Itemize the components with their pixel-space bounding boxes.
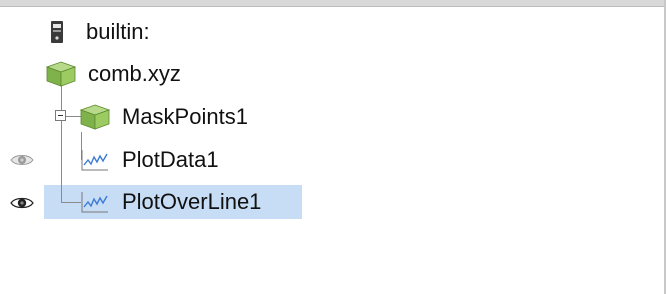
tree-item-label: MaskPoints1 [122, 104, 248, 129]
line-plot-icon [80, 190, 110, 214]
pipeline-tree: builtin: comb.xyz MaskPoints1 PlotData1 … [0, 7, 664, 294]
source-cube-icon [45, 61, 77, 87]
tree-item-label: PlotOverLine1 [122, 189, 262, 214]
tree-item-plotoverline1[interactable]: PlotOverLine1 [80, 185, 261, 219]
tree-item-label: comb.xyz [88, 61, 181, 86]
collapse-toggle-icon[interactable] [55, 110, 66, 121]
eye-icon[interactable] [10, 152, 34, 168]
tree-connector-vertical-main [61, 85, 62, 202]
tree-connector-h-plotoverline [61, 202, 81, 203]
tree-item-comb-xyz[interactable]: comb.xyz [45, 57, 181, 91]
tree-item-maskpoints1[interactable]: MaskPoints1 [79, 100, 248, 134]
line-plot-icon [80, 148, 110, 172]
tree-item-label: builtin: [86, 19, 150, 44]
eye-icon[interactable] [10, 195, 34, 211]
tree-item-label: PlotData1 [122, 147, 219, 172]
pipeline-browser-panel: builtin: comb.xyz MaskPoints1 PlotData1 … [0, 0, 666, 294]
panel-top-border [0, 0, 666, 7]
server-icon [50, 20, 64, 44]
tree-item-plotdata1[interactable]: PlotData1 [80, 143, 219, 177]
filter-cube-icon [79, 104, 111, 130]
tree-item-builtin[interactable]: builtin: [50, 15, 150, 49]
